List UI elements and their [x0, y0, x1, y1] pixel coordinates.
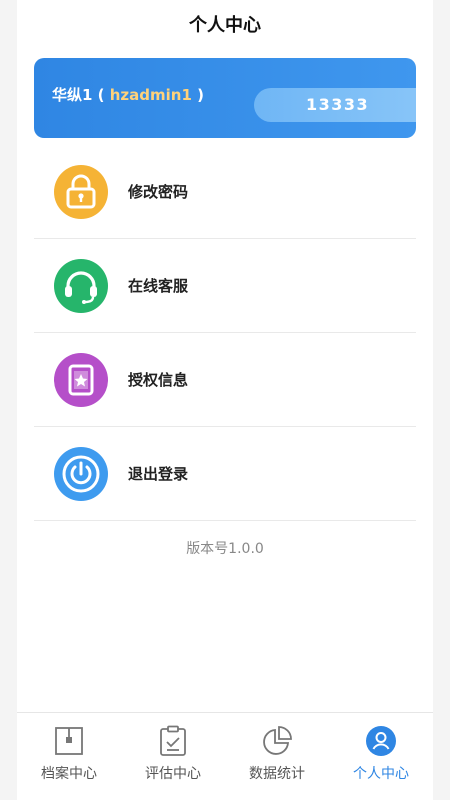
version-text: 版本号1.0.0	[186, 541, 264, 557]
profile-card: 华纵1 ( hzadmin1 ) 13333	[34, 58, 416, 138]
certificate-icon	[54, 352, 108, 407]
profile-account: hzadmin1	[109, 86, 192, 104]
tab-label: 档案中心	[41, 766, 97, 782]
menu-item-label: 授权信息	[128, 371, 189, 389]
profile-badge: 13333	[254, 88, 416, 122]
header: 个人中心	[17, 0, 433, 48]
menu-item-logout[interactable]: 退出登录	[34, 427, 416, 521]
page-title: 个人中心	[189, 15, 261, 36]
menu-item-change-password[interactable]: 修改密码	[34, 145, 416, 239]
menu-item-online-service[interactable]: 在线客服	[34, 239, 416, 333]
tab-data-statistics[interactable]: 数据统计	[225, 713, 329, 800]
lock-icon	[54, 164, 108, 219]
tab-assessment-center[interactable]: 评估中心	[121, 713, 225, 800]
clipboard-check-icon	[160, 725, 186, 756]
tab-personal-center[interactable]: 个人中心	[329, 713, 433, 800]
headset-icon	[54, 258, 108, 313]
profile-name-prefix: 华纵1 (	[52, 86, 110, 104]
tab-bar: 档案中心 评估中心 数据统计 个人中心	[17, 712, 433, 800]
profile-badge-value: 13333	[306, 95, 370, 114]
tab-archive-center[interactable]: 档案中心	[17, 713, 121, 800]
tab-label: 个人中心	[353, 766, 409, 782]
menu-item-label: 在线客服	[128, 277, 189, 295]
power-icon	[54, 446, 108, 501]
menu-item-license-info[interactable]: 授权信息	[34, 333, 416, 427]
page: 个人中心 华纵1 ( hzadmin1 ) 13333 修改密码 在线客服 授权…	[17, 0, 433, 800]
menu-list: 修改密码 在线客服 授权信息 退出登录	[34, 145, 416, 521]
user-icon	[366, 726, 396, 756]
menu-item-label: 修改密码	[128, 183, 189, 201]
tab-label: 数据统计	[249, 766, 305, 782]
tab-label: 评估中心	[145, 766, 201, 782]
profile-name-suffix: )	[191, 86, 204, 104]
menu-item-label: 退出登录	[128, 465, 189, 483]
pie-chart-icon	[263, 726, 292, 755]
archive-icon	[55, 727, 83, 755]
profile-name: 华纵1 ( hzadmin1 )	[52, 84, 204, 105]
